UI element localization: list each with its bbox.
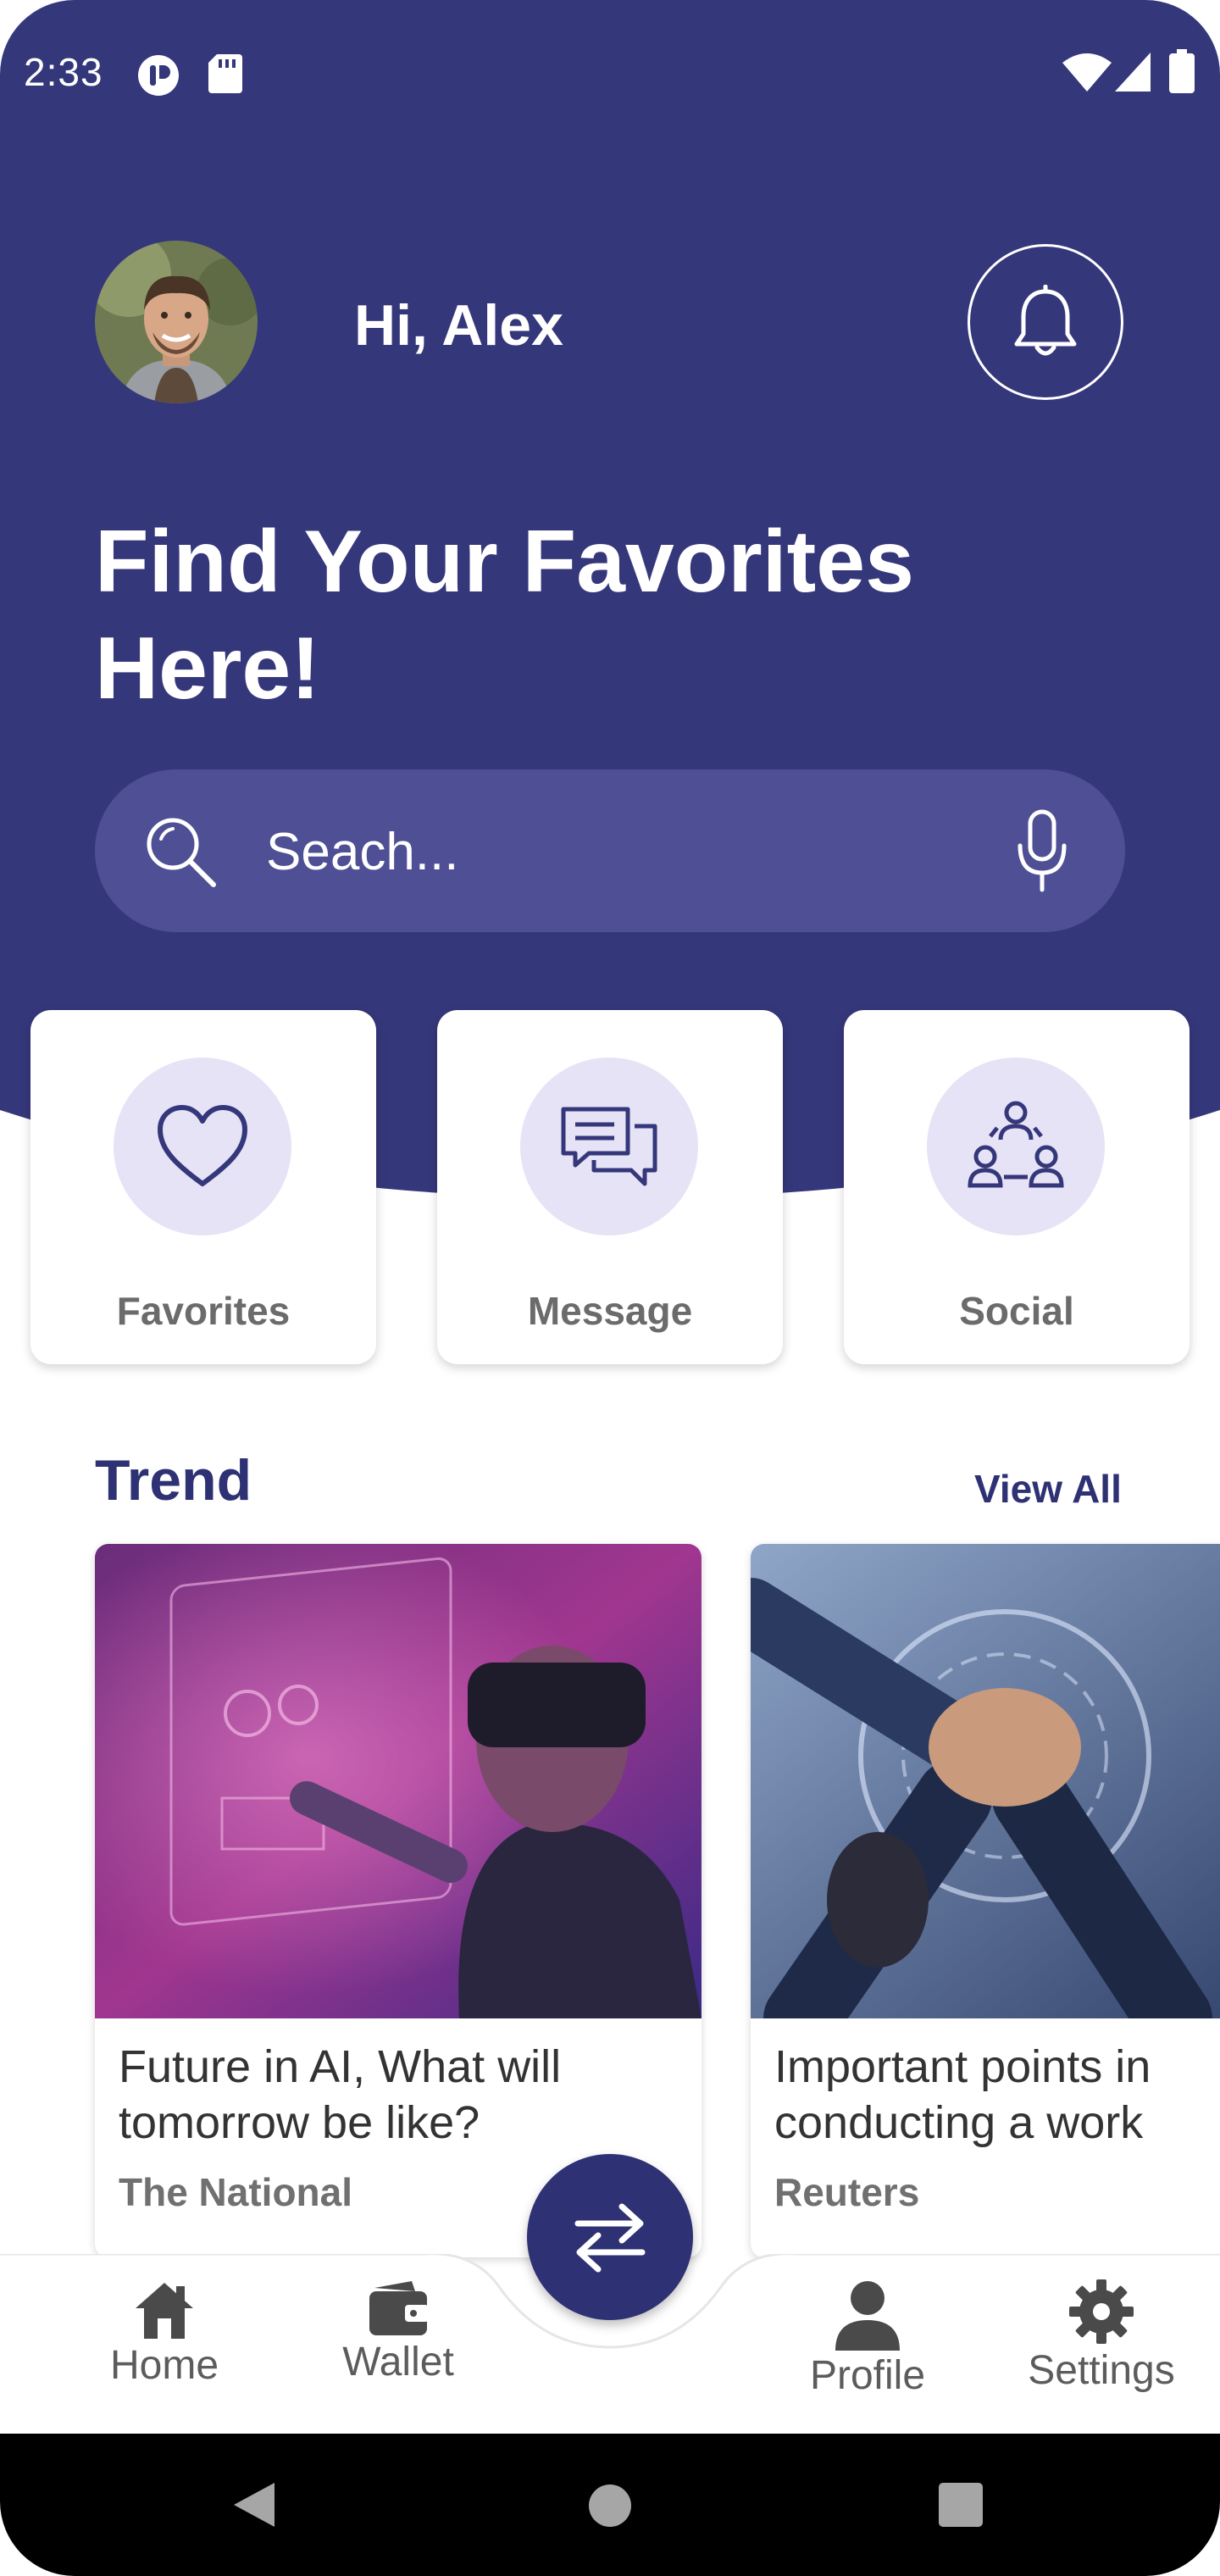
trend-card[interactable]: Important points in conducting a work Re… [751, 1544, 1220, 2257]
team-hands-together-image [751, 1544, 1220, 2018]
nav-item-settings[interactable]: Settings [1017, 2254, 1186, 2434]
cell-signal-icon [1115, 53, 1151, 92]
chat-bubbles-icon [561, 1107, 657, 1186]
swap-arrows-icon [574, 2203, 646, 2273]
nav-item-wallet[interactable]: Wallet [322, 2254, 474, 2434]
trend-source: The National [119, 2170, 353, 2214]
nav-label: Settings [1028, 2348, 1175, 2393]
back-icon[interactable] [232, 2481, 276, 2529]
status-bar: 2:33 [0, 0, 1220, 146]
app-notification-icon [138, 55, 179, 96]
trend-card[interactable]: Future in AI, What will tomorrow be like… [95, 1544, 702, 2257]
gear-icon [1069, 2279, 1134, 2344]
search-input[interactable] [264, 812, 912, 891]
vr-headset-person-image [95, 1544, 702, 2018]
trend-section-title: Trend [95, 1448, 252, 1513]
trend-source: Reuters [774, 2170, 920, 2214]
nav-item-home[interactable]: Home [85, 2254, 244, 2434]
nav-item-profile[interactable]: Profile [793, 2254, 942, 2434]
category-card-social[interactable]: Social [844, 1010, 1190, 1364]
notification-button[interactable] [968, 244, 1123, 400]
magnifier-icon [147, 818, 216, 887]
trend-headline: Important points in conducting a work [774, 2041, 1151, 2148]
search-bar[interactable] [95, 769, 1125, 932]
recents-icon[interactable] [939, 2483, 983, 2527]
nav-label: Home [109, 2343, 219, 2388]
category-icon-circle [114, 1058, 291, 1235]
category-card-favorites[interactable]: Favorites [30, 1010, 376, 1364]
category-icon-circle [520, 1058, 698, 1235]
battery-icon [1169, 49, 1195, 93]
home-circle-icon[interactable] [589, 2484, 631, 2527]
people-network-icon [968, 1101, 1064, 1188]
greeting-text: Hi, Alex [354, 293, 563, 358]
person-icon [835, 2281, 900, 2351]
trend-headline: Future in AI, What will tomorrow be like… [119, 2041, 562, 2148]
nav-label: Profile [809, 2353, 926, 2398]
sd-card-icon [208, 54, 242, 93]
app-screen: 2:33 Hi, Alex Find Your Favorites Here! … [0, 0, 1220, 2576]
avatar[interactable] [95, 241, 258, 403]
wallet-icon [369, 2281, 429, 2335]
microphone-icon[interactable] [1015, 808, 1069, 893]
swap-fab-button[interactable] [527, 2154, 693, 2320]
status-time: 2:33 [24, 50, 103, 94]
user-avatar [95, 241, 258, 403]
nav-label: Wallet [342, 2340, 454, 2384]
category-label: Message [527, 1289, 693, 1333]
page-title: Find Your Favorites Here! [95, 513, 914, 718]
category-label: Favorites [116, 1289, 291, 1333]
system-navigation-bar [0, 2434, 1220, 2576]
wifi-icon [1062, 53, 1112, 92]
bell-icon [1014, 285, 1077, 356]
category-label: Social [959, 1289, 1074, 1333]
category-icon-circle [927, 1058, 1105, 1235]
home-icon [136, 2283, 193, 2339]
view-all-link[interactable]: View All [974, 1466, 1122, 1512]
heart-icon [158, 1105, 247, 1186]
category-card-message[interactable]: Message [437, 1010, 783, 1364]
